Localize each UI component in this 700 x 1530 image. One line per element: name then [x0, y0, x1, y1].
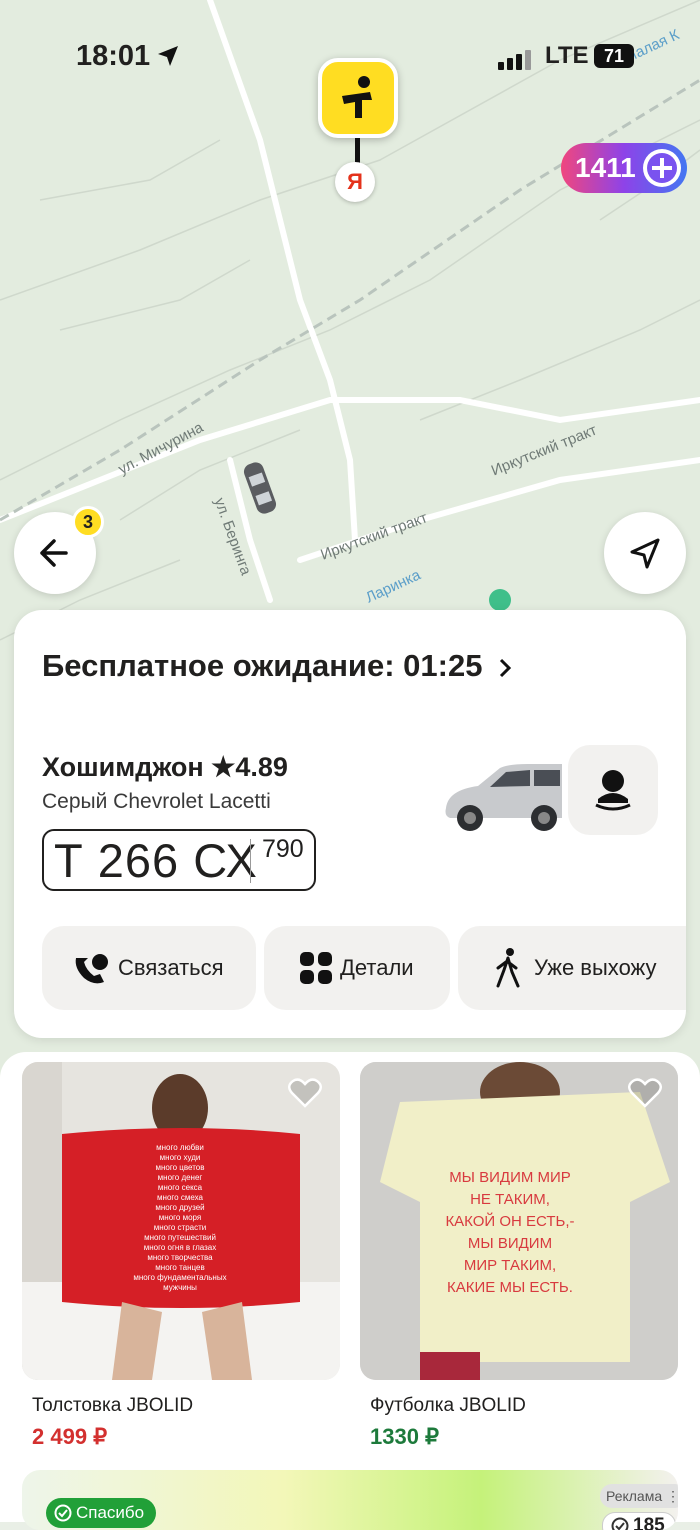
plate-number: Т 266 СХ	[54, 833, 258, 888]
favorite-heart-icon[interactable]	[288, 1078, 322, 1108]
print-line: НЕ ТАКИМ,	[470, 1191, 550, 1208]
plate-region: 790	[262, 835, 304, 864]
signal-icon	[498, 50, 532, 70]
details-button[interactable]: Детали	[264, 926, 450, 1010]
chevron-right-icon	[497, 656, 513, 680]
coming-out-button[interactable]: Уже выхожу	[458, 926, 686, 1010]
print-line: много друзей	[155, 1203, 204, 1212]
spasibo-badge: Спасибо	[46, 1498, 156, 1528]
spasibo-label: Спасибо	[76, 1503, 144, 1522]
check-circle-icon	[54, 1504, 72, 1522]
location-arrow-icon	[156, 44, 180, 68]
status-time: 18:01	[76, 40, 150, 73]
print-line: мужчины	[163, 1283, 197, 1292]
print-line: КАКОЙ ОН ЕСТЬ,-	[445, 1212, 574, 1230]
print-line: много фундаментальных	[133, 1273, 226, 1282]
free-wait-text: Бесплатное ожидание: 01:25	[42, 648, 482, 683]
license-plate: Т 266 СХ 790	[42, 829, 316, 891]
product-name[interactable]: Футболка JBOLID	[370, 1395, 526, 1417]
grid-icon	[300, 952, 332, 984]
contact-label: Связаться	[118, 926, 224, 1010]
print-line: КАКИЕ МЫ ЕСТЬ.	[447, 1279, 573, 1296]
ad-points: 185	[602, 1512, 676, 1530]
details-label: Детали	[340, 926, 414, 1010]
person-waving-icon	[322, 62, 394, 134]
coming-out-label: Уже выхожу	[534, 926, 657, 1010]
car-image	[438, 756, 568, 838]
product-price: 2 499 ₽	[32, 1424, 107, 1450]
notification-badge: 3	[72, 506, 104, 538]
contact-button[interactable]: Связаться	[42, 926, 256, 1010]
product-price: 1330 ₽	[370, 1424, 439, 1450]
product-image[interactable]: много любвимного худимного цветовмного д…	[22, 1062, 340, 1380]
driver-contact-icon	[568, 745, 658, 835]
product-image[interactable]: МЫ ВИДИМ МИР НЕ ТАКИМ, КАКОЙ ОН ЕСТЬ,- МЫ В…	[360, 1062, 678, 1380]
pickup-pin[interactable]	[318, 58, 398, 138]
print-line: много путешествий	[144, 1233, 216, 1242]
print-line: МЫ ВИДИМ МИР	[449, 1169, 571, 1186]
call-driver-button[interactable]	[568, 745, 658, 835]
yandex-marker-icon: Я	[335, 162, 375, 202]
print-line: много цветов	[156, 1163, 205, 1172]
car-model: Серый Chevrolet Lacetti	[42, 790, 271, 814]
print-line: много любви	[156, 1143, 204, 1152]
navigation-arrow-icon	[604, 512, 686, 594]
print-line: много страсти	[154, 1223, 206, 1232]
product-feed: много любвимного худимного цветовмного д…	[0, 1052, 700, 1522]
tshirt-photo: МЫ ВИДИМ МИР НЕ ТАКИМ, КАКОЙ ОН ЕСТЬ,- МЫ В…	[360, 1062, 678, 1380]
print-line: МИР ТАКИМ,	[464, 1257, 556, 1274]
print-line: много худи	[160, 1153, 201, 1162]
print-line: много секса	[158, 1183, 203, 1192]
product-name[interactable]: Толстовка JBOLID	[32, 1395, 193, 1417]
car-marker	[242, 460, 279, 516]
print-line: много моря	[159, 1213, 201, 1222]
plus-points-value: 1411	[575, 152, 636, 183]
plus-icon	[643, 149, 681, 187]
network-type: LTE	[545, 42, 589, 70]
plus-points-badge[interactable]: 1411	[561, 143, 687, 193]
ad-label-text: Реклама	[606, 1488, 662, 1504]
driver-name-rating: Хошимджон ★4.89	[42, 752, 288, 783]
print-line: много творчества	[147, 1253, 213, 1262]
print-line: много денег	[158, 1173, 203, 1182]
check-circle-icon	[611, 1517, 629, 1530]
print-line: много огня в глазах	[144, 1243, 216, 1252]
print-line: много смеха	[157, 1193, 203, 1202]
favorite-heart-icon[interactable]	[628, 1078, 662, 1108]
hoodie-photo: много любвимного худимного цветовмного д…	[22, 1062, 340, 1380]
print-line: МЫ ВИДИМ	[468, 1235, 552, 1252]
free-wait-timer[interactable]: Бесплатное ожидание: 01:25	[42, 648, 513, 684]
battery-indicator: 71	[594, 44, 634, 68]
ad-label[interactable]: Реклама ⋮	[600, 1484, 678, 1508]
ad-banner[interactable]: Спасибо Реклама ⋮ 185	[22, 1470, 678, 1530]
ride-card: Бесплатное ожидание: 01:25 Хошимджон ★4.…	[14, 610, 686, 1038]
ad-points-value: 185	[633, 1515, 665, 1530]
my-location-button[interactable]	[604, 512, 686, 594]
print-line: много танцев	[155, 1263, 204, 1272]
walking-person-icon	[494, 948, 522, 988]
phone-icon	[70, 948, 114, 988]
plate-divider	[250, 839, 251, 883]
